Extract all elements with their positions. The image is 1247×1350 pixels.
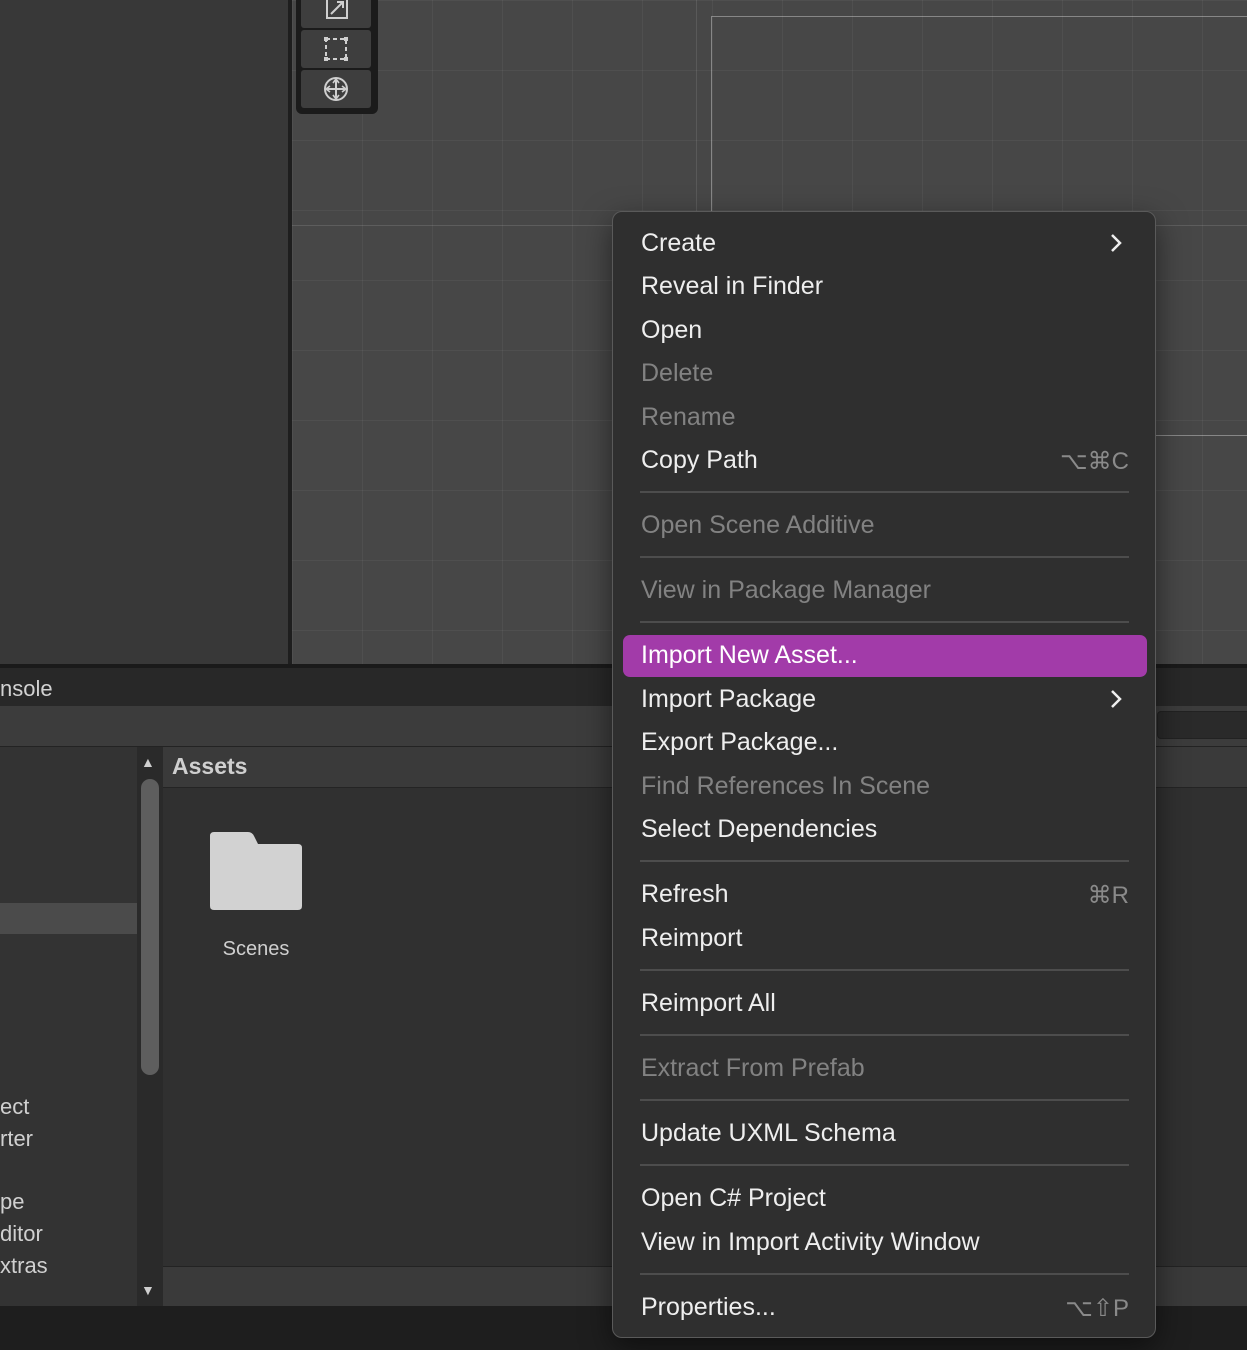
menu-item-update-uxml-schema[interactable]: Update UXML Schema — [623, 1113, 1147, 1155]
tree-selected-row[interactable] — [0, 903, 137, 934]
menu-item-select-dependencies[interactable]: Select Dependencies — [623, 809, 1147, 851]
menu-separator — [640, 969, 1129, 971]
menu-item-copy-path[interactable]: Copy Path ⌥⌘C — [623, 440, 1147, 482]
menu-separator — [640, 621, 1129, 623]
menu-item-open-csharp-project[interactable]: Open C# Project — [623, 1178, 1147, 1220]
menu-item-view-in-package-manager: View in Package Manager — [641, 576, 931, 604]
scroll-down-icon[interactable]: ▼ — [141, 1282, 155, 1298]
folder-icon[interactable] — [208, 830, 304, 912]
menu-item-delete: Delete — [641, 359, 714, 387]
transform-tool-icon — [324, 77, 348, 101]
transform-tool-button[interactable] — [301, 70, 371, 108]
breadcrumb[interactable]: Assets — [172, 753, 247, 780]
shortcut-label: ⌘R — [1087, 882, 1129, 909]
menu-separator — [640, 1164, 1129, 1166]
tree-item[interactable]: ditor — [0, 1221, 43, 1247]
menu-item-reveal-in-finder[interactable]: Reveal in Finder — [623, 266, 1147, 308]
folder-tree: ect rter pe ditor xtras — [0, 747, 137, 1306]
menu-separator — [640, 491, 1129, 493]
scroll-up-icon[interactable]: ▲ — [141, 754, 155, 770]
menu-item-extract-from-prefab: Extract From Prefab — [641, 1054, 865, 1082]
menu-item-refresh[interactable]: Refresh ⌘R — [623, 874, 1147, 916]
rect-tool-icon — [324, 37, 348, 61]
menu-separator — [640, 1034, 1129, 1036]
menu-item-rename: Rename — [641, 403, 736, 431]
scrollbar-thumb[interactable] — [141, 779, 159, 1075]
menu-item-properties[interactable]: Properties... ⌥⇧P — [623, 1287, 1147, 1329]
menu-item-create[interactable]: Create — [623, 223, 1147, 265]
console-tab[interactable]: nsole — [0, 676, 53, 702]
chevron-right-icon — [1111, 234, 1122, 252]
menu-item-import-package[interactable]: Import Package — [623, 679, 1147, 721]
menu-separator — [640, 1273, 1129, 1275]
menu-item-open[interactable]: Open — [623, 310, 1147, 352]
menu-item-reimport[interactable]: Reimport — [623, 918, 1147, 960]
asset-label: Scenes — [222, 938, 290, 960]
scene-tool-strip — [296, 0, 378, 114]
menu-item-view-import-activity[interactable]: View in Import Activity Window — [623, 1222, 1147, 1264]
menu-separator — [640, 556, 1129, 558]
menu-separator — [640, 860, 1129, 862]
menu-item-find-references: Find References In Scene — [641, 772, 931, 800]
menu-item-export-package[interactable]: Export Package... — [623, 722, 1147, 764]
shortcut-label: ⌥⇧P — [1065, 1295, 1129, 1322]
menu-item-reimport-all[interactable]: Reimport All — [623, 983, 1147, 1025]
tree-item[interactable]: ect — [0, 1094, 29, 1120]
chevron-right-icon — [1111, 690, 1122, 708]
tree-item[interactable]: rter — [0, 1126, 33, 1152]
shortcut-label: ⌥⌘C — [1060, 448, 1129, 475]
context-menu: Create Reveal in Finder Open Delete Rena… — [612, 211, 1156, 1338]
search-input[interactable] — [1157, 711, 1247, 739]
scale-tool-button[interactable] — [301, 0, 371, 28]
tree-item[interactable]: pe — [0, 1189, 24, 1215]
rect-tool-button[interactable] — [301, 30, 371, 68]
scale-tool-icon — [326, 0, 348, 19]
tree-item[interactable]: xtras — [0, 1253, 48, 1279]
hierarchy-panel — [0, 0, 288, 664]
menu-separator — [640, 1099, 1129, 1101]
menu-item-open-scene-additive: Open Scene Additive — [641, 511, 875, 539]
menu-item-import-new-asset[interactable]: Import New Asset... — [623, 635, 1147, 677]
